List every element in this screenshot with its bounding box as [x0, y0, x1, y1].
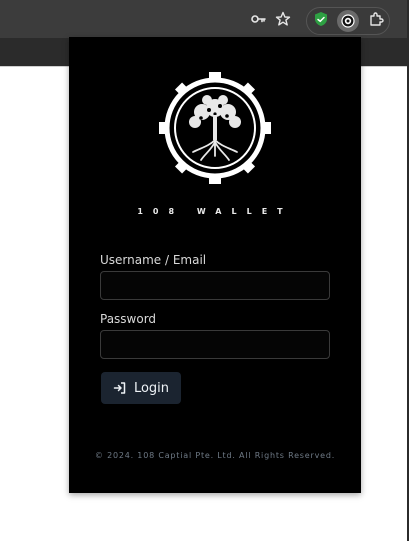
login-icon [113, 381, 127, 395]
login-label: Login [133, 380, 170, 396]
puzzle-icon[interactable] [366, 9, 386, 29]
wallet-popup: 108 WALLET Username / Email Password Log… [69, 37, 361, 493]
star-icon[interactable] [273, 9, 293, 29]
password-label: Password [100, 312, 157, 326]
username-label: Username / Email [100, 253, 207, 267]
copyright-footer: © 2024. 108 Captial Pte. Ltd. All Rights… [94, 451, 336, 460]
login-button[interactable]: Login [101, 372, 181, 404]
tree-logo [157, 70, 273, 186]
key-icon[interactable] [248, 9, 268, 29]
brand-title: 108 WALLET [137, 207, 293, 216]
wallet-extension-icon[interactable] [338, 11, 358, 31]
username-input[interactable] [100, 271, 330, 300]
password-input[interactable] [100, 330, 330, 359]
shield-icon[interactable] [311, 9, 331, 29]
